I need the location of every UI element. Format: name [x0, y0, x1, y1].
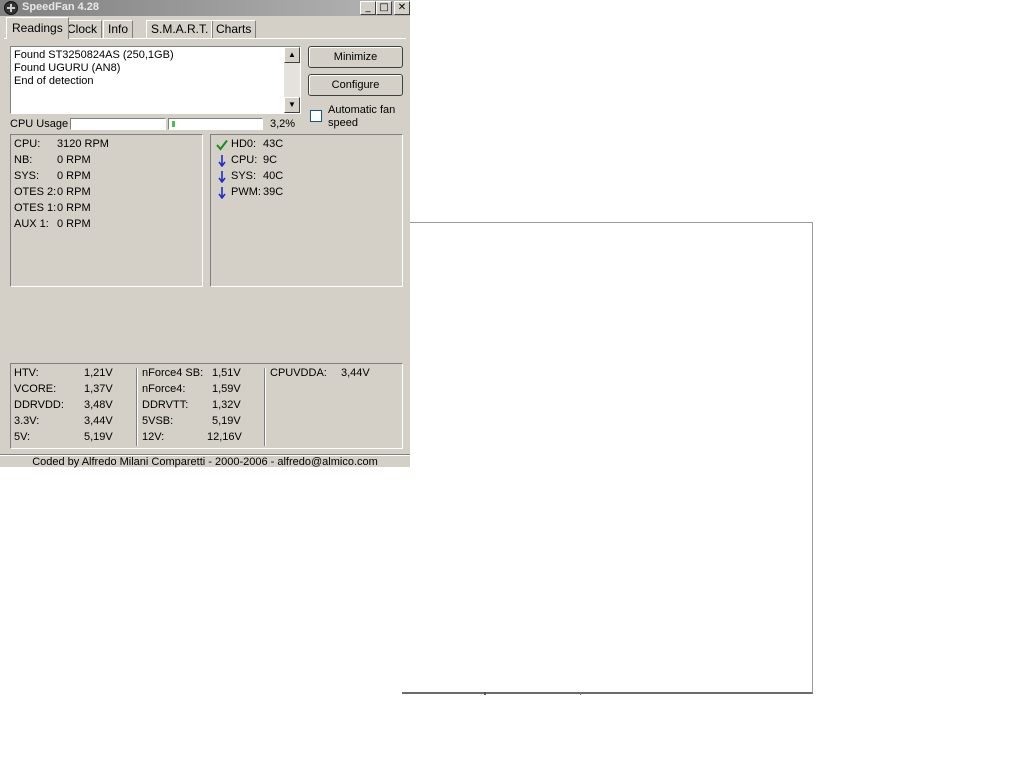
voltage-label: 3.3V: — [14, 415, 40, 427]
log-line: End of detection — [14, 75, 94, 87]
fan-value: 0 RPM — [57, 154, 91, 166]
temp-label: HD0: — [231, 138, 257, 150]
temp-row-sys: SYS: 40C — [211, 170, 401, 184]
speedfan-window: SpeedFan 4.28 _ □ ✕ Readings Clock Info … — [0, 0, 410, 468]
tab-readings[interactable]: Readings — [6, 17, 69, 39]
fan-label: NB: — [14, 154, 33, 166]
cpu-usage-bar-1 — [70, 118, 166, 130]
tab-smart[interactable]: S.M.A.R.T. — [146, 20, 214, 38]
voltage-label: 12V: — [142, 431, 165, 443]
arrow-down-icon — [218, 171, 226, 183]
voltage-value: 1,32V — [212, 399, 241, 411]
window-minimize-button[interactable]: _ — [360, 1, 376, 15]
voltage-value: 1,51V — [212, 367, 241, 379]
cpu-usage-bar-2 — [168, 118, 263, 130]
fan-label: AUX 1: — [14, 218, 49, 230]
voltage-value: 3,48V — [84, 399, 113, 411]
fan-speeds-panel: CPU: 3120 RPM NB: 0 RPM SYS: 0 RPM OTES … — [10, 134, 203, 287]
window-maximize-button[interactable]: □ — [376, 1, 392, 15]
fan-value: 0 RPM — [57, 218, 91, 230]
voltage-column-divider — [136, 368, 138, 446]
temp-row-hd0: HD0: 43C — [211, 138, 401, 152]
fan-label: OTES 2: — [14, 186, 57, 198]
automatic-fan-speed-label[interactable]: Automatic fan speed — [328, 104, 408, 130]
fan-label: CPU: — [14, 138, 41, 150]
voltage-value: 3,44V — [84, 415, 113, 427]
window-title: SpeedFan 4.28 — [22, 1, 100, 13]
log-line: Found UGURU (AN8) — [14, 62, 121, 74]
temp-value: 40C — [263, 170, 284, 182]
scroll-up-arrow-icon[interactable]: ▲ — [284, 47, 300, 63]
fan-value: 0 RPM — [57, 170, 91, 182]
voltage-value: 1,21V — [84, 367, 113, 379]
speedfan-app-icon[interactable] — [4, 1, 18, 15]
temp-label: SYS: — [231, 170, 257, 182]
voltage-label: HTV: — [14, 367, 39, 379]
fan-value: 0 RPM — [57, 186, 91, 198]
minimize-button[interactable]: Minimize — [308, 46, 403, 68]
fan-label: SYS: — [14, 170, 40, 182]
voltage-value: 3,44V — [341, 367, 370, 379]
configure-button[interactable]: Configure — [308, 74, 403, 96]
tab-info[interactable]: Info — [103, 20, 134, 38]
voltage-label: VCORE: — [14, 383, 57, 395]
voltage-label: CPUVDDA: — [270, 367, 327, 379]
scroll-down-arrow-icon[interactable]: ▼ — [284, 97, 300, 113]
temp-value: 43C — [263, 138, 284, 150]
voltage-value: 1,59V — [212, 383, 241, 395]
automatic-fan-speed-checkbox[interactable] — [310, 110, 322, 122]
temp-value: 9C — [263, 154, 278, 166]
voltage-label: DDRVDD: — [14, 399, 64, 411]
fan-value: 3120 RPM — [57, 138, 109, 150]
check-icon — [216, 139, 228, 151]
temp-label: CPU: — [231, 154, 258, 166]
arrow-down-icon — [218, 155, 226, 167]
log-scrollbar[interactable]: ▲ ▼ — [284, 47, 300, 113]
temp-row-cpu: CPU: 9C — [211, 154, 401, 168]
tab-charts[interactable]: Charts — [211, 20, 257, 38]
background-mark — [484, 692, 486, 695]
window-close-button[interactable]: ✕ — [394, 1, 410, 15]
fan-value: 0 RPM — [57, 202, 91, 214]
temperatures-panel: HD0: 43C CPU: 9C SYS: 40C PWM: 39C — [210, 134, 403, 287]
voltage-value: 5,19V — [212, 415, 241, 427]
voltage-value: 12,16V — [207, 431, 242, 443]
detection-log[interactable]: Found ST3250824AS (250,1GB) Found UGURU … — [10, 46, 301, 114]
voltage-value: 5,19V — [84, 431, 113, 443]
log-line: Found ST3250824AS (250,1GB) — [14, 49, 174, 61]
arrow-down-icon — [218, 187, 226, 199]
temp-value: 39C — [263, 186, 284, 198]
temp-row-pwm: PWM: 39C — [211, 186, 401, 200]
cpu-usage-label: CPU Usage — [10, 118, 69, 130]
voltage-label: DDRVTT: — [142, 399, 189, 411]
cpu-usage-value: 3,2% — [270, 118, 296, 130]
voltage-label: nForce4: — [142, 383, 186, 395]
voltage-label: nForce4 SB: — [142, 367, 204, 379]
background-window — [402, 222, 813, 695]
background-mark — [580, 693, 581, 695]
voltage-column-divider — [264, 368, 266, 446]
voltage-value: 1,37V — [84, 383, 113, 395]
cpu-usage-fill — [172, 121, 175, 127]
temp-label: PWM: — [231, 186, 261, 198]
voltage-label: 5V: — [14, 431, 31, 443]
voltage-label: 5VSB: — [142, 415, 174, 427]
voltages-panel: HTV: 1,21V VCORE: 1,37V DDRVDD: 3,48V 3.… — [10, 363, 403, 449]
credits-footer: Coded by Alfredo Milani Comparetti - 200… — [32, 456, 378, 468]
title-bar[interactable]: SpeedFan 4.28 _ □ ✕ — [0, 0, 410, 16]
fan-label: OTES 1: — [14, 202, 57, 214]
